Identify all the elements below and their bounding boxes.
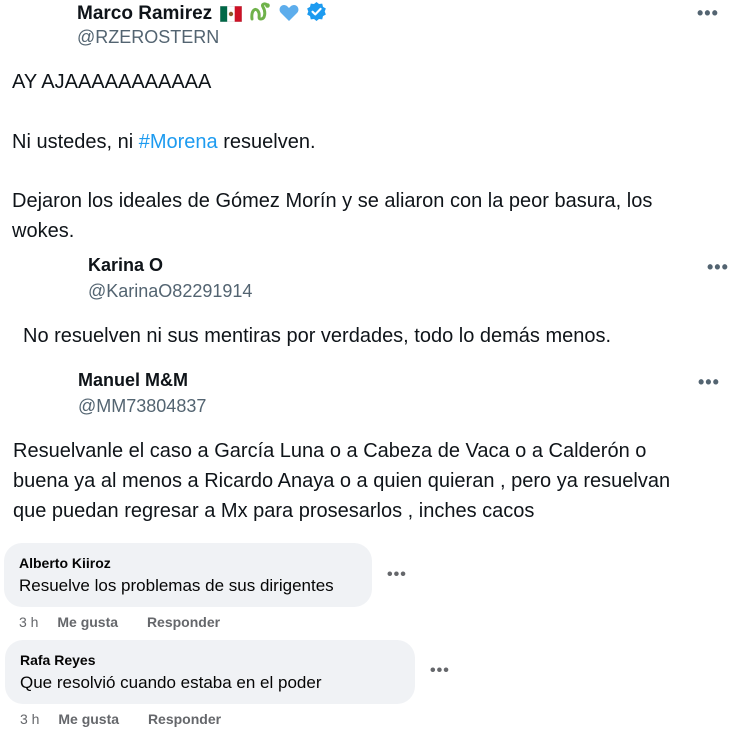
tweet-text-line: No resuelven ni sus mentiras por verdade… [23,325,612,347]
hashtag-link[interactable]: #Morena [139,131,218,153]
tweet-text-line: Resuelvanle el caso a García Luna o a Ca… [13,440,647,462]
snake-icon [249,2,271,27]
author-name[interactable]: Karina O [88,255,163,276]
author-handle[interactable]: @RZEROSTERN [77,27,219,48]
mexico-flag-icon [219,5,242,27]
tweet-text-line: buena ya al menos a Ricardo Anaya o a qu… [13,470,671,492]
blue-heart-icon [279,4,299,27]
comment-author[interactable]: Rafa Reyes [20,652,96,668]
author-handle[interactable]: @KarinaO82291914 [88,281,252,302]
like-button[interactable]: Me gusta [57,614,118,630]
comment-options-icon[interactable]: ••• [430,662,450,680]
like-button[interactable]: Me gusta [58,711,119,727]
tweet-text-line: Ni ustedes, ni #Morena resuelven. [12,127,316,157]
comment-bubble: Alberto Kiiroz Resuelve los problemas de… [4,543,372,607]
more-options-icon[interactable]: ••• [698,373,720,391]
comment-meta: 3 h Me gusta Responder [20,711,221,727]
comment-meta: 3 h Me gusta Responder [19,614,220,630]
comment-bubble: Rafa Reyes Que resolvió cuando estaba en… [5,640,415,704]
verified-badge-icon [306,1,327,27]
tweet-author-row: Marco Ramirez [77,1,327,25]
author-name[interactable]: Marco Ramirez [77,3,212,24]
tweet-text-line: Dejaron los ideales de Gómez Morín y se … [12,190,653,212]
tweet-text-line: AY AJAAAAAAAAAAA [12,71,212,93]
comment-time[interactable]: 3 h [19,614,38,630]
reply-button[interactable]: Responder [147,614,220,630]
comment-options-icon[interactable]: ••• [387,566,407,584]
comment-text: Resuelve los problemas de sus dirigentes [19,576,334,595]
more-options-icon[interactable]: ••• [707,258,729,276]
tweet-text-line: wokes. [12,220,75,242]
author-name[interactable]: Manuel M&M [78,370,188,391]
tweet-text-segment: resuelven. [217,131,316,153]
reply-button[interactable]: Responder [148,711,221,727]
comment-text: Que resolvió cuando estaba en el poder [20,673,322,692]
tweet-text-segment: Ni ustedes, ni [12,131,139,153]
comment-time[interactable]: 3 h [20,711,39,727]
more-options-icon[interactable]: ••• [697,4,719,22]
tweet-text-line: que puedan regresar a Mx para prosesarlo… [13,500,535,522]
author-handle[interactable]: @MM73804837 [78,396,206,417]
comment-author[interactable]: Alberto Kiiroz [19,555,111,571]
